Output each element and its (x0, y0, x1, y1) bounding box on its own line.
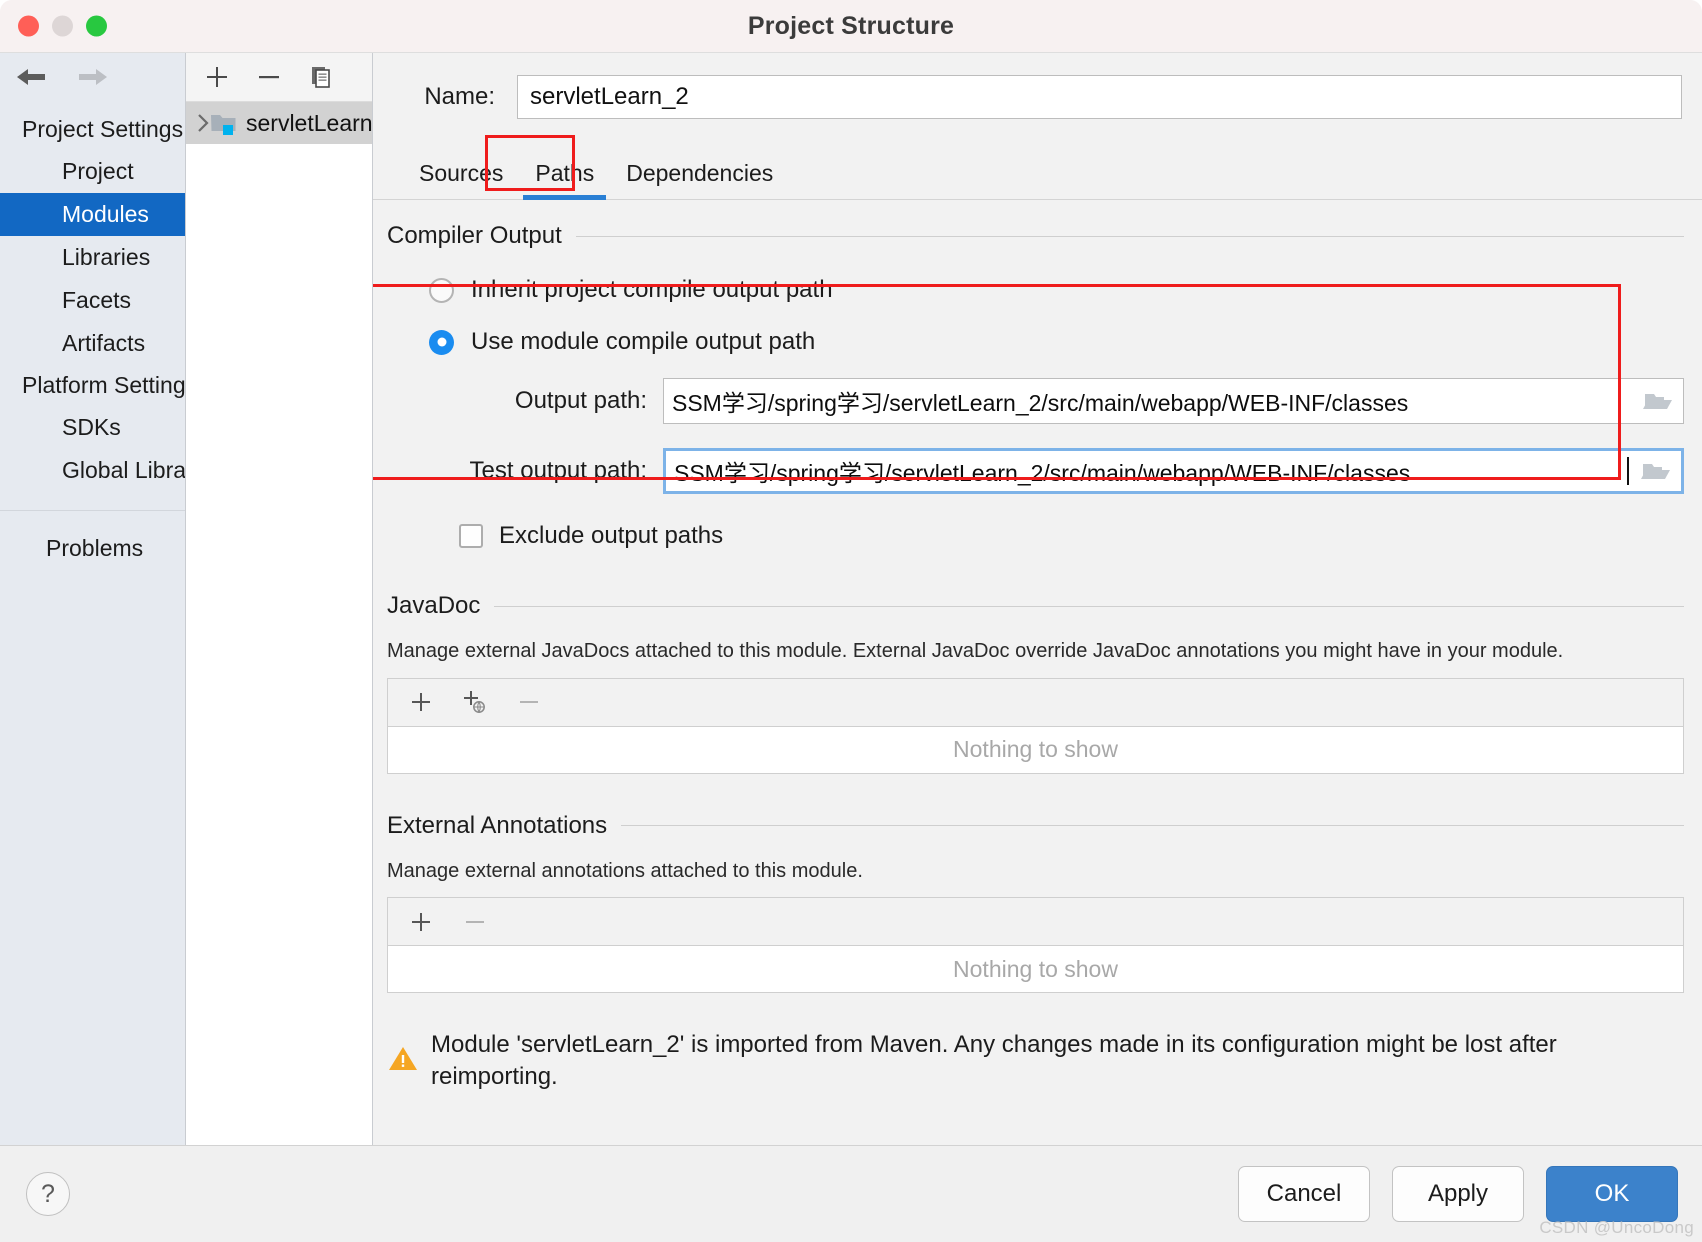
module-tabs: Sources Paths Dependencies (373, 135, 1702, 200)
test-output-path-value: SSM学习/spring学习/servletLearn_2/src/main/w… (674, 460, 1411, 486)
sidebar-item-sdks[interactable]: SDKs (0, 406, 185, 449)
plus-icon[interactable] (404, 685, 438, 719)
external-annotations-toolbar (387, 897, 1684, 946)
compiler-output-title: Compiler Output (387, 222, 562, 249)
external-annotations-section-header: External Annotations (387, 812, 1684, 840)
plus-icon[interactable] (202, 62, 232, 92)
table-row[interactable]: servletLearn_2 (186, 102, 372, 144)
use-module-output-path-row[interactable]: Use module compile output path (387, 328, 1684, 356)
javadoc-empty-state: Nothing to show (387, 725, 1684, 774)
sidebar-list: Project Settings Project Modules Librari… (0, 101, 185, 570)
section-divider (621, 825, 1684, 827)
output-path-field[interactable]: SSM学习/spring学习/servletLearn_2/src/main/w… (663, 378, 1684, 424)
module-tree-toolbar (186, 53, 372, 102)
watermark: CSDN @UncoDong (1539, 1218, 1694, 1237)
ok-button[interactable]: OK (1546, 1166, 1678, 1222)
project-structure-dialog: Project Structure Project Settings Proje… (0, 0, 1702, 1242)
plus-icon[interactable] (404, 905, 438, 939)
minimize-button[interactable] (52, 15, 73, 37)
output-path-label: Output path: (514, 387, 647, 414)
maven-warning-text: Module 'servletLearn_2' is imported from… (431, 1031, 1557, 1090)
inherit-output-path-radio[interactable] (429, 277, 454, 303)
module-name-label: Name: (424, 83, 495, 110)
minus-icon[interactable] (254, 62, 284, 92)
arrow-right-icon[interactable] (76, 64, 110, 90)
exclude-output-paths-label: Exclude output paths (499, 522, 724, 549)
arrow-left-icon[interactable] (14, 64, 48, 90)
chevron-right-icon[interactable] (196, 113, 210, 133)
javadoc-toolbar (387, 677, 1684, 726)
minus-icon (458, 905, 492, 939)
warning-triangle-icon (387, 1045, 419, 1072)
sidebar-item-artifacts[interactable]: Artifacts (0, 322, 185, 365)
sidebar-item-modules[interactable]: Modules (0, 193, 185, 236)
external-annotations-title: External Annotations (387, 811, 608, 839)
external-annotations-empty-state: Nothing to show (387, 945, 1684, 994)
paths-tab-content: Compiler Output Inherit project compile … (373, 200, 1702, 1145)
dialog-footer: ? Cancel Apply OK CSDN @UncoDong (0, 1145, 1702, 1242)
tab-paths[interactable]: Paths (519, 160, 610, 200)
external-annotations-description: Manage external annotations attached to … (387, 859, 863, 882)
maximize-button[interactable] (86, 15, 107, 37)
sidebar-item-facets[interactable]: Facets (0, 279, 185, 322)
copy-icon[interactable] (306, 62, 336, 92)
module-settings-panel: Name: Sources Paths Dependencies Compile… (373, 53, 1702, 1145)
sidebar-item-libraries[interactable]: Libraries (0, 236, 185, 279)
module-name-row: Name: (373, 53, 1702, 119)
compiler-output-section-header: Compiler Output (387, 222, 1684, 250)
sidebar-item-problems[interactable]: Problems (0, 511, 185, 570)
cancel-button[interactable]: Cancel (1238, 1166, 1370, 1222)
sidebar-item-project[interactable]: Project (0, 150, 185, 193)
tab-dependencies[interactable]: Dependencies (610, 160, 789, 199)
tab-sources[interactable]: Sources (403, 160, 519, 199)
output-path-row: Output path: SSM学习/spring学习/servletLearn… (387, 378, 1684, 424)
settings-sidebar: Project Settings Project Modules Librari… (0, 53, 186, 1145)
sidebar-item-global-libraries[interactable]: Global Libraries (0, 449, 185, 492)
javadoc-description: Manage external JavaDocs attached to thi… (387, 640, 1564, 662)
minus-icon (512, 685, 546, 719)
apply-button[interactable]: Apply (1392, 1166, 1524, 1222)
use-module-output-path-label: Use module compile output path (471, 328, 816, 355)
javadoc-title: JavaDoc (387, 592, 481, 619)
use-module-output-path-radio[interactable] (429, 329, 454, 355)
help-button[interactable]: ? (26, 1172, 70, 1216)
output-path-value: SSM学习/spring学习/servletLearn_2/src/main/w… (672, 390, 1409, 416)
section-divider (494, 605, 1684, 607)
module-tree-label: servletLearn_2 (246, 109, 372, 136)
test-output-path-field[interactable]: SSM学习/spring学习/servletLearn_2/src/main/w… (663, 448, 1684, 494)
folder-browse-icon[interactable] (1633, 389, 1683, 413)
exclude-output-paths-checkbox[interactable] (459, 524, 483, 548)
module-folder-icon (210, 111, 238, 135)
dialog-body: Project Settings Project Modules Librari… (0, 53, 1702, 1145)
close-button[interactable] (18, 15, 39, 37)
module-tree-panel: servletLearn_2 (186, 53, 373, 1145)
sidebar-toolbar (0, 53, 185, 101)
test-output-path-label: Test output path: (469, 457, 647, 484)
module-name-input[interactable] (517, 75, 1682, 119)
inherit-output-path-label: Inherit project compile output path (471, 276, 833, 303)
title-bar: Project Structure (0, 0, 1702, 53)
window-title: Project Structure (747, 11, 955, 40)
window-controls (18, 15, 107, 37)
test-output-path-row: Test output path: SSM学习/spring学习/servlet… (387, 448, 1684, 494)
exclude-output-paths-row[interactable]: Exclude output paths (387, 522, 1684, 550)
sidebar-group-platform-settings: Platform Settings (22, 372, 186, 398)
plus-globe-icon[interactable] (458, 685, 492, 719)
text-caret (1627, 457, 1629, 485)
maven-warning: Module 'servletLearn_2' is imported from… (387, 1029, 1684, 1092)
javadoc-section-header: JavaDoc (387, 592, 1684, 620)
inherit-output-path-row[interactable]: Inherit project compile output path (387, 276, 1684, 304)
section-divider (575, 235, 1684, 237)
sidebar-group-project-settings: Project Settings (22, 116, 184, 142)
folder-browse-icon[interactable] (1631, 459, 1681, 483)
